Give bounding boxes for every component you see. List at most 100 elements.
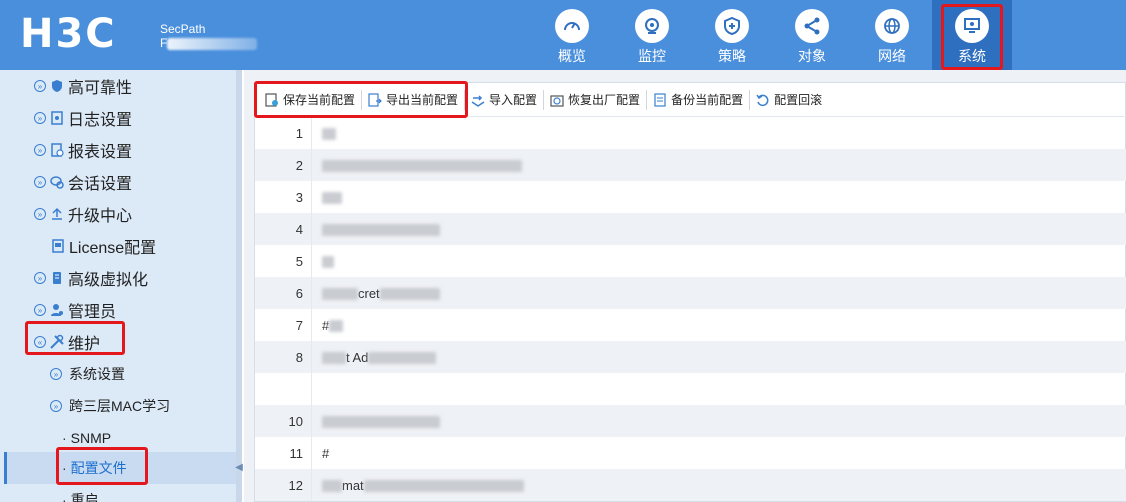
backup-current-config-button[interactable]: 备份当前配置 [647, 89, 751, 110]
line-number: 8 [295, 349, 303, 365]
config-line: 5 [255, 245, 1126, 277]
log-icon [49, 110, 65, 126]
config-line: 7 # [255, 309, 1126, 341]
nav-monitor[interactable]: 监控 [612, 0, 692, 70]
h3c-logo: H3C [20, 11, 117, 57]
share-icon [795, 9, 829, 43]
nav-label: 监控 [638, 48, 666, 64]
collapse-sidebar-icon[interactable]: ◀ [235, 455, 243, 479]
sidebar-item-label: 配置文件 [70, 460, 127, 476]
expand-arrow-icon: » [50, 400, 62, 412]
sidebar: » 高可靠性 » 日志设置 » 报表设置 » 会话设置 » 升级中心 Licen… [0, 70, 236, 502]
sidebar-item-label: 会话设置 [68, 176, 133, 193]
config-panel: 保存当前配置 导出当前配置 导入配置 恢复出厂配置 备份当前配置 配置回滚 1 … [254, 82, 1126, 502]
button-label: 导出当前配置 [386, 93, 459, 107]
expand-arrow-icon: » [34, 176, 46, 188]
sidebar-subitem-cross-l3-mac[interactable]: » 跨三层MAC学习 [50, 390, 170, 422]
sidebar-item-label: 管理员 [68, 304, 117, 321]
bullet: · [62, 460, 67, 476]
export-current-config-button[interactable]: 导出当前配置 [362, 89, 466, 110]
sidebar-item-label: 高可靠性 [68, 80, 133, 97]
line-text: # [322, 445, 330, 461]
upload-icon [49, 206, 65, 222]
expand-arrow-icon: » [34, 272, 46, 284]
sidebar-item-label: 日志设置 [68, 112, 133, 129]
bullet: · [62, 492, 67, 502]
sidebar-item-label: 跨三层MAC学习 [69, 398, 171, 414]
config-line [255, 373, 1126, 405]
virtualization-icon [49, 270, 65, 286]
globe-icon [875, 9, 909, 43]
line-text: cret [322, 286, 440, 301]
session-icon [49, 174, 65, 190]
rollback-icon [756, 94, 769, 106]
sidebar-leaf-reboot[interactable]: · 重启 [62, 484, 99, 502]
line-number: 6 [295, 285, 303, 301]
import-config-button[interactable]: 导入配置 [465, 89, 545, 110]
config-text-view[interactable]: 1 2 3 4 5 6 cret 7 # 8 t Ad 10 11 # 12 m… [255, 117, 1126, 501]
product-line2: F [160, 36, 168, 50]
sidebar-item-label: 重启 [70, 492, 99, 502]
sidebar-item-report-settings[interactable]: » 报表设置 [34, 134, 132, 166]
config-rollback-button[interactable]: 配置回滚 [750, 90, 828, 110]
import-icon [471, 94, 485, 107]
line-number: 5 [295, 253, 303, 269]
sidebar-item-administrators[interactable]: » 管理员 [34, 294, 116, 326]
sidebar-item-log-settings[interactable]: » 日志设置 [34, 102, 132, 134]
line-text [322, 190, 342, 205]
line-number: 4 [295, 221, 303, 237]
expand-arrow-icon: » [34, 208, 46, 220]
license-icon [50, 238, 66, 254]
sidebar-item-label: License配置 [69, 240, 157, 257]
line-number: 3 [295, 189, 303, 205]
gauge-icon [555, 9, 589, 43]
sidebar-item-label: SNMP [70, 430, 112, 446]
expand-arrow-icon: » [34, 112, 46, 124]
sidebar-item-session-settings[interactable]: » 会话设置 [34, 166, 132, 198]
admin-icon [49, 302, 65, 318]
report-icon [49, 142, 65, 158]
restore-icon [550, 94, 564, 107]
nav-label: 系统 [958, 48, 986, 64]
tools-icon [49, 334, 65, 350]
export-icon [368, 92, 382, 107]
line-number: 1 [295, 125, 303, 141]
line-number: 2 [295, 157, 303, 173]
sidebar-leaf-snmp[interactable]: · SNMP [62, 422, 111, 454]
nav-policy[interactable]: 策略 [692, 0, 772, 70]
nav-overview[interactable]: 概览 [532, 0, 612, 70]
expand-arrow-icon: » [50, 368, 62, 380]
nav-label: 对象 [798, 48, 826, 64]
line-number: 7 [295, 317, 303, 333]
nav-label: 概览 [558, 48, 586, 64]
sidebar-item-upgrade-center[interactable]: » 升级中心 [34, 198, 132, 230]
nav-system[interactable]: 系统 [932, 0, 1012, 70]
line-number: 11 [289, 445, 304, 461]
config-toolbar: 保存当前配置 导出当前配置 导入配置 恢复出厂配置 备份当前配置 配置回滚 [255, 83, 1126, 117]
active-indicator [4, 452, 7, 484]
nav-label: 网络 [878, 48, 906, 64]
nav-object[interactable]: 对象 [772, 0, 852, 70]
sidebar-item-label: 报表设置 [68, 144, 133, 161]
line-text [322, 254, 334, 269]
sidebar-item-maintenance[interactable]: « 维护 [34, 326, 100, 358]
shield-icon [715, 9, 749, 43]
sidebar-item-advanced-virtualization[interactable]: » 高级虚拟化 [34, 262, 148, 294]
line-text [322, 126, 336, 141]
line-text [322, 158, 522, 173]
camera-icon [635, 9, 669, 43]
factory-reset-button[interactable]: 恢复出厂配置 [544, 89, 648, 110]
nav-network[interactable]: 网络 [852, 0, 932, 70]
sidebar-item-label: 系统设置 [69, 366, 125, 382]
sidebar-splitter[interactable] [236, 70, 242, 502]
top-nav: 概览 监控 策略 对象 网络 系统 [532, 0, 1012, 70]
sidebar-item-high-availability[interactable]: » 高可靠性 [34, 70, 132, 102]
sidebar-subitem-system-settings[interactable]: » 系统设置 [50, 358, 125, 390]
save-current-config-button[interactable]: 保存当前配置 [259, 89, 363, 110]
sidebar-item-license[interactable]: License配置 [50, 230, 156, 262]
product-line1: SecPath [160, 22, 206, 36]
sidebar-leaf-config-file[interactable]: · 配置文件 [6, 452, 236, 484]
button-label: 恢复出厂配置 [568, 93, 641, 107]
line-number: 12 [288, 477, 303, 493]
sidebar-item-label: 维护 [68, 336, 101, 353]
